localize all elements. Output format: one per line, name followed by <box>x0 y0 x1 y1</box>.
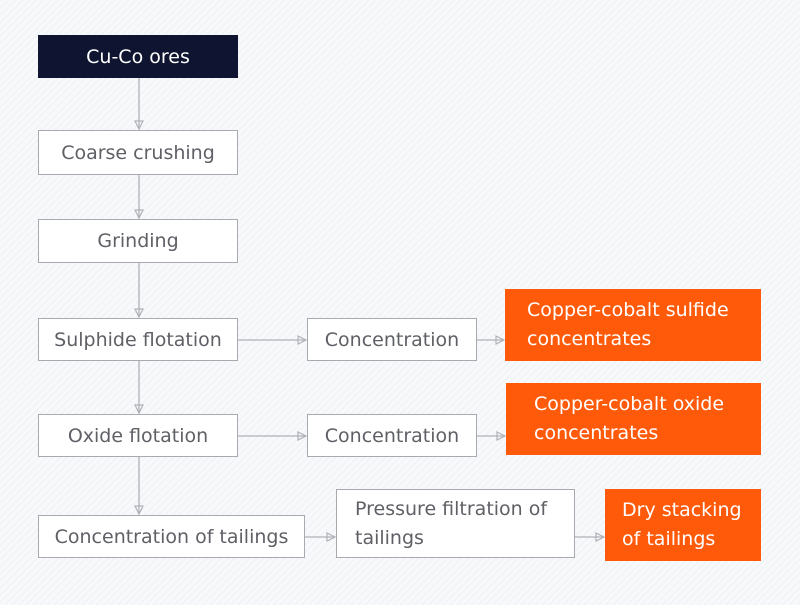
node-label-line: concentrates <box>534 422 659 444</box>
node-label-line: concentrates <box>527 328 652 350</box>
node-label-line: Copper-cobalt sulfide <box>527 299 729 321</box>
node-label: Coarse crushing <box>61 141 215 164</box>
node-label-line: Copper-cobalt oxide <box>534 393 725 415</box>
node-dry-stacking: Dry stacking of tailings <box>605 489 761 561</box>
node-oxide-flotation: Oxide flotation <box>38 414 238 457</box>
node-label: Grinding <box>97 230 179 252</box>
node-cu-co-ores: Cu-Co ores <box>38 35 238 78</box>
node-concentration-1: Concentration <box>307 318 477 361</box>
node-label: Sulphide flotation <box>54 328 222 351</box>
node-label-line: tailings <box>355 526 424 549</box>
node-label: Concentration of tailings <box>54 525 289 548</box>
node-label: Concentration <box>324 424 460 447</box>
node-sulphide-flotation: Sulphide flotation <box>38 318 238 361</box>
node-coarse-crushing: Coarse crushing <box>38 130 238 175</box>
node-label: Cu-Co ores <box>86 45 190 68</box>
node-label-line: Pressure filtration of <box>355 497 548 520</box>
node-concentration-of-tailings: Concentration of tailings <box>38 515 305 558</box>
node-oxide-concentrates: Copper-cobalt oxide concentrates <box>506 383 761 455</box>
node-label: Oxide flotation <box>67 424 209 447</box>
node-pressure-filtration: Pressure filtration of tailings <box>336 489 575 558</box>
node-label-line: of tailings <box>622 528 716 550</box>
node-sulfide-concentrates: Copper-cobalt sulfide concentrates <box>505 289 761 361</box>
node-concentration-2: Concentration <box>307 414 477 457</box>
node-label-line: Dry stacking <box>622 499 742 521</box>
node-label: Concentration <box>324 328 460 351</box>
node-grinding: Grinding <box>38 219 238 263</box>
